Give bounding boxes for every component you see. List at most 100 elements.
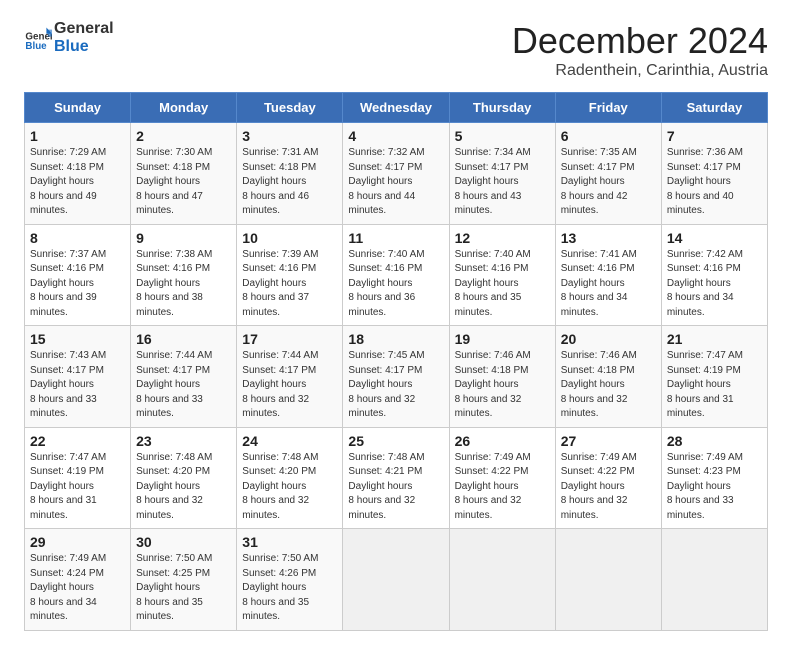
calendar-day-cell: 2 Sunrise: 7:30 AM Sunset: 4:18 PM Dayli…: [131, 123, 237, 225]
day-number: 16: [136, 331, 231, 347]
day-info: Sunrise: 7:47 AM Sunset: 4:19 PM Dayligh…: [667, 350, 743, 419]
calendar-day-cell: 1 Sunrise: 7:29 AM Sunset: 4:18 PM Dayli…: [25, 123, 131, 225]
day-number: 11: [348, 230, 443, 246]
day-number: 8: [30, 230, 125, 246]
title-area: December 2024 Radenthein, Carinthia, Aus…: [512, 20, 768, 80]
day-info: Sunrise: 7:48 AM Sunset: 4:21 PM Dayligh…: [348, 452, 424, 521]
day-info: Sunrise: 7:40 AM Sunset: 4:16 PM Dayligh…: [348, 249, 424, 318]
calendar-day-cell: 15 Sunrise: 7:43 AM Sunset: 4:17 PM Dayl…: [25, 326, 131, 428]
calendar-day-cell: 4 Sunrise: 7:32 AM Sunset: 4:17 PM Dayli…: [343, 123, 449, 225]
calendar-week-row: 29 Sunrise: 7:49 AM Sunset: 4:24 PM Dayl…: [25, 529, 768, 631]
calendar-day-cell: 6 Sunrise: 7:35 AM Sunset: 4:17 PM Dayli…: [555, 123, 661, 225]
calendar-day-cell: 23 Sunrise: 7:48 AM Sunset: 4:20 PM Dayl…: [131, 427, 237, 529]
day-info: Sunrise: 7:46 AM Sunset: 4:18 PM Dayligh…: [561, 350, 637, 419]
day-info: Sunrise: 7:37 AM Sunset: 4:16 PM Dayligh…: [30, 249, 106, 318]
day-number: 6: [561, 128, 656, 144]
day-number: 20: [561, 331, 656, 347]
calendar-day-cell: 26 Sunrise: 7:49 AM Sunset: 4:22 PM Dayl…: [449, 427, 555, 529]
day-number: 23: [136, 433, 231, 449]
day-number: 10: [242, 230, 337, 246]
calendar-day-cell: 31 Sunrise: 7:50 AM Sunset: 4:26 PM Dayl…: [237, 529, 343, 631]
logo: General Blue General Blue: [24, 20, 114, 55]
calendar-day-cell: [555, 529, 661, 631]
calendar-day-cell: 9 Sunrise: 7:38 AM Sunset: 4:16 PM Dayli…: [131, 224, 237, 326]
day-info: Sunrise: 7:34 AM Sunset: 4:17 PM Dayligh…: [455, 147, 531, 216]
day-number: 18: [348, 331, 443, 347]
day-of-week-header: Tuesday: [237, 93, 343, 123]
svg-text:Blue: Blue: [25, 41, 47, 52]
day-of-week-header: Friday: [555, 93, 661, 123]
calendar-day-cell: 12 Sunrise: 7:40 AM Sunset: 4:16 PM Dayl…: [449, 224, 555, 326]
day-number: 3: [242, 128, 337, 144]
calendar-day-cell: [449, 529, 555, 631]
calendar-day-cell: 24 Sunrise: 7:48 AM Sunset: 4:20 PM Dayl…: [237, 427, 343, 529]
day-number: 24: [242, 433, 337, 449]
day-number: 25: [348, 433, 443, 449]
day-info: Sunrise: 7:42 AM Sunset: 4:16 PM Dayligh…: [667, 249, 743, 318]
logo-general-text: General: [54, 20, 114, 38]
calendar-day-cell: 11 Sunrise: 7:40 AM Sunset: 4:16 PM Dayl…: [343, 224, 449, 326]
calendar-day-cell: 22 Sunrise: 7:47 AM Sunset: 4:19 PM Dayl…: [25, 427, 131, 529]
calendar-day-cell: [661, 529, 767, 631]
day-number: 15: [30, 331, 125, 347]
calendar-table: SundayMondayTuesdayWednesdayThursdayFrid…: [24, 92, 768, 631]
calendar-day-cell: 20 Sunrise: 7:46 AM Sunset: 4:18 PM Dayl…: [555, 326, 661, 428]
day-number: 19: [455, 331, 550, 347]
day-number: 26: [455, 433, 550, 449]
day-number: 13: [561, 230, 656, 246]
calendar-day-cell: 18 Sunrise: 7:45 AM Sunset: 4:17 PM Dayl…: [343, 326, 449, 428]
day-info: Sunrise: 7:40 AM Sunset: 4:16 PM Dayligh…: [455, 249, 531, 318]
day-info: Sunrise: 7:48 AM Sunset: 4:20 PM Dayligh…: [242, 452, 318, 521]
day-number: 1: [30, 128, 125, 144]
day-of-week-header: Monday: [131, 93, 237, 123]
day-info: Sunrise: 7:39 AM Sunset: 4:16 PM Dayligh…: [242, 249, 318, 318]
day-info: Sunrise: 7:31 AM Sunset: 4:18 PM Dayligh…: [242, 147, 318, 216]
day-info: Sunrise: 7:48 AM Sunset: 4:20 PM Dayligh…: [136, 452, 212, 521]
calendar-day-cell: 10 Sunrise: 7:39 AM Sunset: 4:16 PM Dayl…: [237, 224, 343, 326]
day-info: Sunrise: 7:36 AM Sunset: 4:17 PM Dayligh…: [667, 147, 743, 216]
day-info: Sunrise: 7:49 AM Sunset: 4:22 PM Dayligh…: [455, 452, 531, 521]
calendar-day-cell: [343, 529, 449, 631]
day-info: Sunrise: 7:35 AM Sunset: 4:17 PM Dayligh…: [561, 147, 637, 216]
day-info: Sunrise: 7:49 AM Sunset: 4:23 PM Dayligh…: [667, 452, 743, 521]
day-number: 4: [348, 128, 443, 144]
calendar-day-cell: 16 Sunrise: 7:44 AM Sunset: 4:17 PM Dayl…: [131, 326, 237, 428]
calendar-day-cell: 3 Sunrise: 7:31 AM Sunset: 4:18 PM Dayli…: [237, 123, 343, 225]
day-info: Sunrise: 7:44 AM Sunset: 4:17 PM Dayligh…: [136, 350, 212, 419]
calendar-day-cell: 21 Sunrise: 7:47 AM Sunset: 4:19 PM Dayl…: [661, 326, 767, 428]
day-of-week-header: Sunday: [25, 93, 131, 123]
day-info: Sunrise: 7:47 AM Sunset: 4:19 PM Dayligh…: [30, 452, 106, 521]
day-number: 5: [455, 128, 550, 144]
calendar-day-cell: 25 Sunrise: 7:48 AM Sunset: 4:21 PM Dayl…: [343, 427, 449, 529]
day-number: 9: [136, 230, 231, 246]
calendar-day-cell: 17 Sunrise: 7:44 AM Sunset: 4:17 PM Dayl…: [237, 326, 343, 428]
month-title: December 2024: [512, 20, 768, 62]
calendar-day-cell: 28 Sunrise: 7:49 AM Sunset: 4:23 PM Dayl…: [661, 427, 767, 529]
calendar-day-cell: 14 Sunrise: 7:42 AM Sunset: 4:16 PM Dayl…: [661, 224, 767, 326]
day-info: Sunrise: 7:30 AM Sunset: 4:18 PM Dayligh…: [136, 147, 212, 216]
calendar-day-cell: 13 Sunrise: 7:41 AM Sunset: 4:16 PM Dayl…: [555, 224, 661, 326]
location-title: Radenthein, Carinthia, Austria: [512, 62, 768, 80]
day-info: Sunrise: 7:44 AM Sunset: 4:17 PM Dayligh…: [242, 350, 318, 419]
logo-icon: General Blue: [24, 24, 52, 52]
day-info: Sunrise: 7:46 AM Sunset: 4:18 PM Dayligh…: [455, 350, 531, 419]
calendar-day-cell: 7 Sunrise: 7:36 AM Sunset: 4:17 PM Dayli…: [661, 123, 767, 225]
day-info: Sunrise: 7:45 AM Sunset: 4:17 PM Dayligh…: [348, 350, 424, 419]
day-info: Sunrise: 7:32 AM Sunset: 4:17 PM Dayligh…: [348, 147, 424, 216]
day-number: 27: [561, 433, 656, 449]
calendar-day-cell: 8 Sunrise: 7:37 AM Sunset: 4:16 PM Dayli…: [25, 224, 131, 326]
day-number: 2: [136, 128, 231, 144]
day-of-week-header: Wednesday: [343, 93, 449, 123]
calendar-day-cell: 30 Sunrise: 7:50 AM Sunset: 4:25 PM Dayl…: [131, 529, 237, 631]
day-number: 7: [667, 128, 762, 144]
day-number: 22: [30, 433, 125, 449]
calendar-week-row: 1 Sunrise: 7:29 AM Sunset: 4:18 PM Dayli…: [25, 123, 768, 225]
header: General Blue General Blue December 2024 …: [24, 20, 768, 80]
calendar-week-row: 8 Sunrise: 7:37 AM Sunset: 4:16 PM Dayli…: [25, 224, 768, 326]
calendar-week-row: 22 Sunrise: 7:47 AM Sunset: 4:19 PM Dayl…: [25, 427, 768, 529]
day-of-week-header: Thursday: [449, 93, 555, 123]
day-number: 12: [455, 230, 550, 246]
day-number: 17: [242, 331, 337, 347]
day-info: Sunrise: 7:49 AM Sunset: 4:22 PM Dayligh…: [561, 452, 637, 521]
day-number: 28: [667, 433, 762, 449]
